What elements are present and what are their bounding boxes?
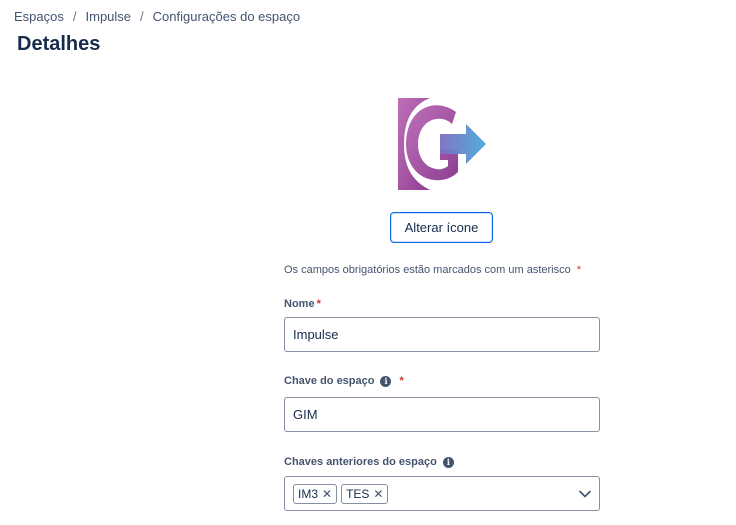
required-note-text: Os campos obrigatórios estão marcados co…: [284, 264, 571, 276]
key-tag-label: TES: [346, 486, 370, 501]
previous-keys-select[interactable]: IM3 ✕ TES ✕: [284, 476, 600, 511]
breadcrumb-item-spaces[interactable]: Espaços: [14, 9, 64, 24]
info-icon[interactable]: i: [380, 375, 392, 387]
key-tag: IM3 ✕: [293, 483, 338, 504]
info-icon[interactable]: i: [442, 456, 454, 468]
previous-keys-label-text: Chaves anteriores do espaço: [284, 456, 437, 468]
name-input[interactable]: [284, 317, 600, 352]
space-logo-icon: [390, 94, 490, 194]
name-label: Nome *: [284, 298, 321, 310]
change-icon-button[interactable]: Alterar ícone: [390, 212, 493, 243]
key-tag-label: IM3: [298, 486, 319, 501]
required-asterisk: *: [399, 375, 404, 387]
space-settings-page: Espaços / Impulse / Configurações do esp…: [0, 0, 736, 525]
key-tag: TES ✕: [341, 483, 389, 504]
remove-tag-icon[interactable]: ✕: [322, 488, 332, 500]
previous-keys-label: Chaves anteriores do espaço i: [284, 456, 454, 468]
remove-tag-icon[interactable]: ✕: [373, 488, 383, 500]
required-fields-note: Os campos obrigatórios estão marcados co…: [284, 264, 581, 276]
space-key-label-text: Chave do espaço: [284, 375, 375, 387]
space-key-input[interactable]: [284, 397, 600, 432]
page-title: Detalhes: [17, 33, 101, 55]
chevron-down-icon[interactable]: [577, 486, 593, 502]
breadcrumb-item-space-settings[interactable]: Configurações do espaço: [153, 9, 300, 24]
breadcrumb-item-impulse[interactable]: Impulse: [86, 9, 132, 24]
name-label-text: Nome: [284, 298, 315, 310]
breadcrumb: Espaços / Impulse / Configurações do esp…: [14, 8, 300, 24]
space-key-label: Chave do espaço i *: [284, 375, 404, 387]
required-asterisk: *: [576, 264, 582, 276]
required-asterisk: *: [316, 298, 321, 310]
breadcrumb-separator: /: [72, 8, 77, 24]
breadcrumb-separator: /: [140, 8, 144, 24]
